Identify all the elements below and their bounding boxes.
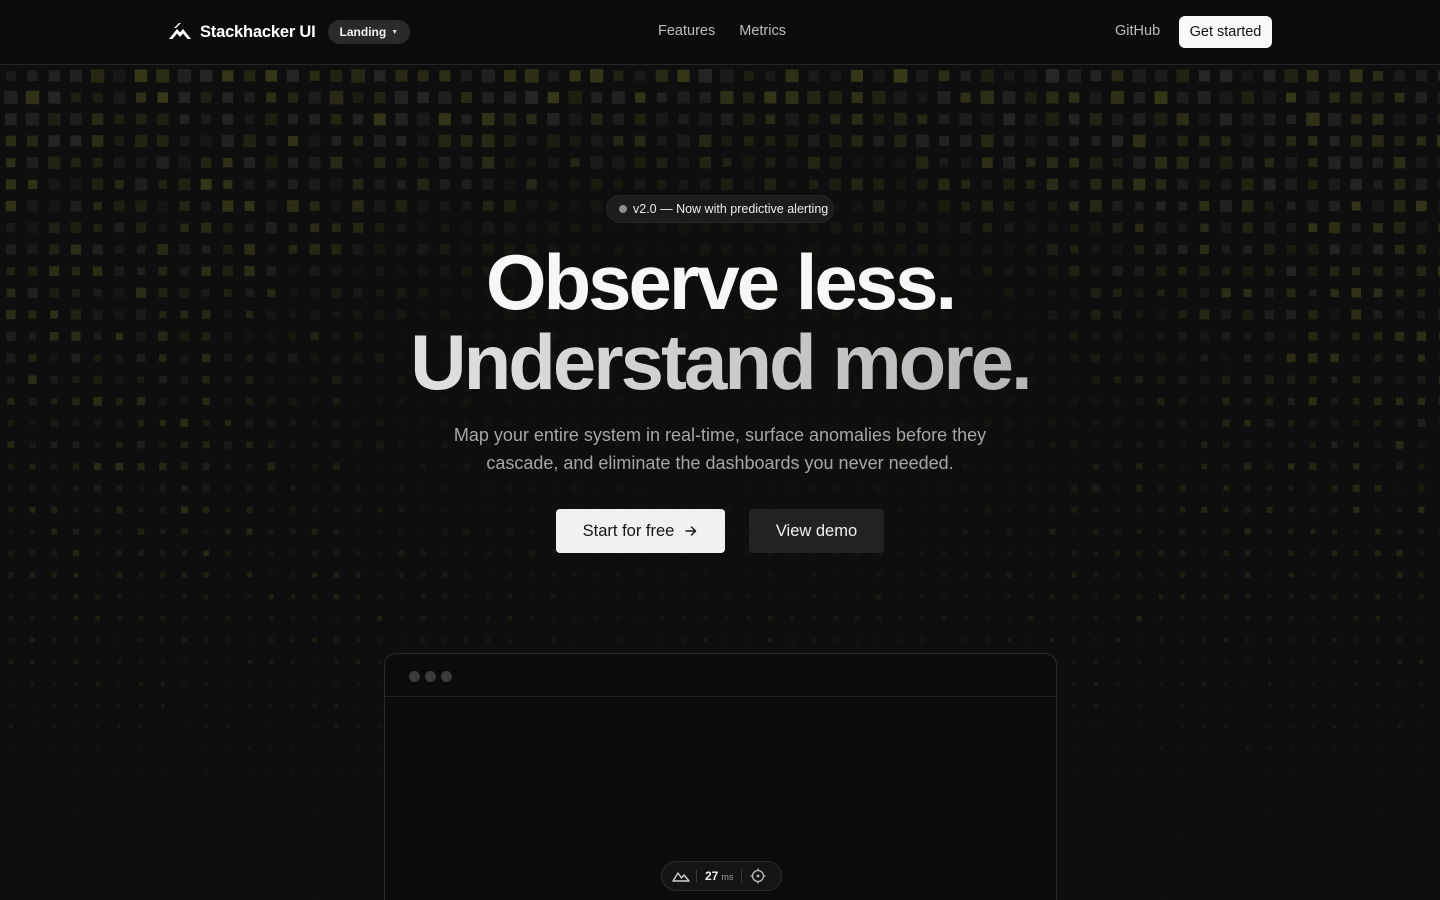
stackhacker-logo-icon <box>167 19 193 45</box>
arrow-right-icon <box>684 524 698 538</box>
mountain-logo-icon[interactable] <box>672 868 690 884</box>
release-badge[interactable]: v2.0 — Now with predictive alerting <box>606 195 834 223</box>
top-navbar: Stackhacker UI Landing ▼ Features Metric… <box>0 0 1440 65</box>
latency-readout: 27 ms <box>705 867 733 885</box>
separator <box>696 870 697 882</box>
hero-subtext: Map your entire system in real-time, sur… <box>453 425 987 473</box>
crosshair-icon[interactable] <box>750 868 766 884</box>
nav-link-metrics[interactable]: Metrics <box>739 23 786 39</box>
latency-unit: ms <box>721 872 734 882</box>
status-dot-icon <box>619 205 627 213</box>
separator <box>741 870 743 882</box>
app-preview-window: 27 ms <box>384 653 1057 900</box>
get-started-button[interactable]: Get started <box>1179 16 1272 48</box>
start-for-free-button[interactable]: Start for free <box>556 509 725 553</box>
window-dot-icon <box>409 671 420 682</box>
nav-link-features[interactable]: Features <box>658 23 715 39</box>
window-dot-icon <box>441 671 452 682</box>
headline-line-1: Observe less. <box>485 238 957 326</box>
brand[interactable]: Stackhacker UI Landing ▼ <box>167 19 411 45</box>
page-switcher-label: Landing <box>339 25 387 39</box>
view-demo-button[interactable]: View demo <box>749 509 884 553</box>
page-switcher-dropdown[interactable]: Landing ▼ <box>327 20 411 44</box>
release-badge-text: v2.0 — Now with predictive alerting <box>633 202 829 216</box>
window-dot-icon <box>425 671 436 682</box>
window-titlebar <box>385 654 1056 697</box>
github-link[interactable]: GitHub <box>1115 23 1160 39</box>
headline-line-2: Understand more. <box>0 323 1440 401</box>
brand-name: Stackhacker UI <box>200 22 316 41</box>
nav-links: Features Metrics <box>658 23 786 39</box>
start-for-free-label: Start for free <box>582 521 675 540</box>
latency-toolbar: 27 ms <box>661 861 782 891</box>
latency-value: 27 <box>705 869 719 883</box>
caret-down-icon: ▼ <box>391 28 399 36</box>
